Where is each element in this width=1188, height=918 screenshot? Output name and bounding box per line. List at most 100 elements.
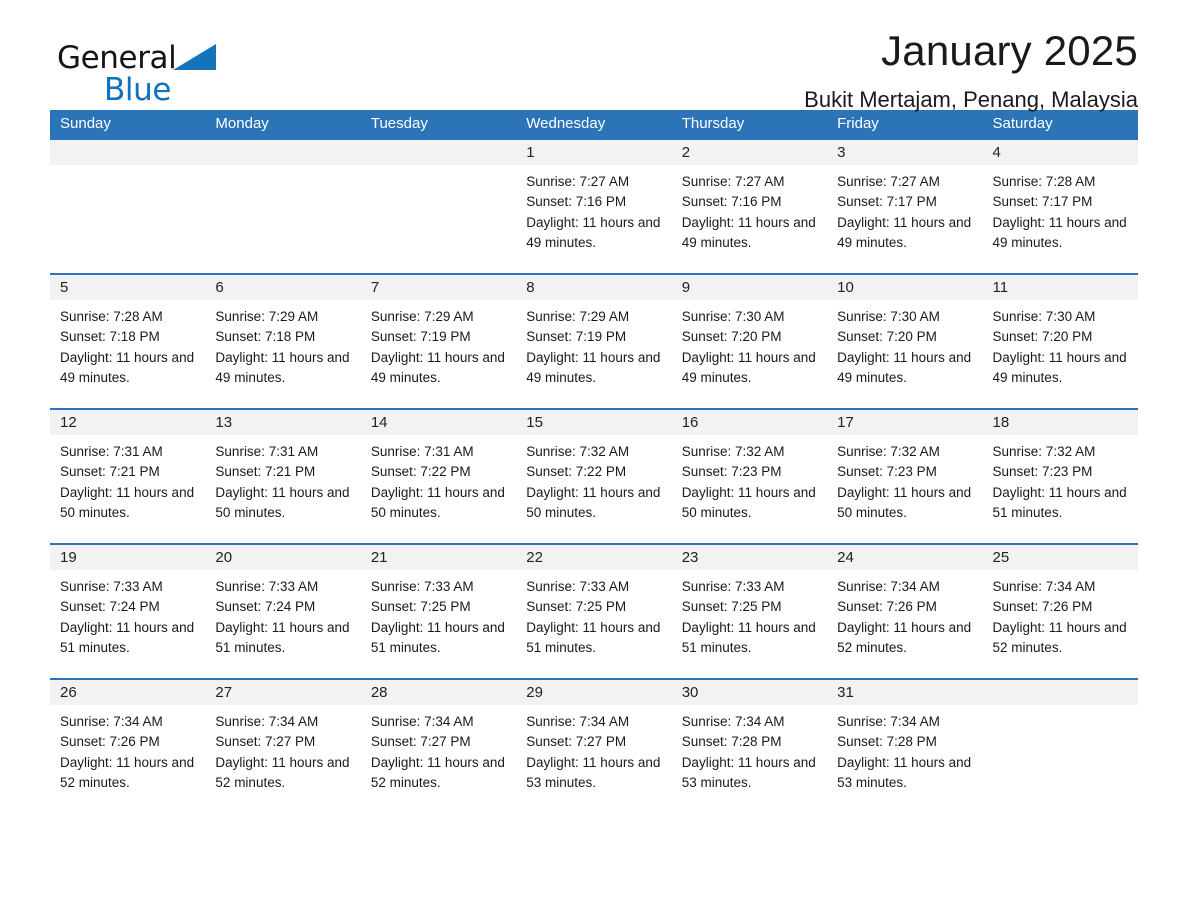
day-cell[interactable]: 1 Sunrise: 7:27 AM Sunset: 7:16 PM Dayli…	[516, 140, 672, 273]
day-info: Sunrise: 7:29 AM Sunset: 7:19 PM Dayligh…	[516, 300, 671, 388]
week-row: 19 Sunrise: 7:33 AM Sunset: 7:24 PM Dayl…	[50, 543, 1138, 678]
daylight-text: Daylight: 11 hours and 49 minutes.	[60, 349, 195, 385]
day-number-band: 16	[671, 410, 828, 435]
sunrise-text: Sunrise: 7:32 AM	[992, 444, 1096, 459]
day-info: Sunrise: 7:31 AM Sunset: 7:22 PM Dayligh…	[361, 435, 516, 523]
day-number: 30	[681, 684, 699, 701]
sunrise-text: Sunrise: 7:34 AM	[60, 714, 163, 729]
sunset-text: Sunset: 7:24 PM	[215, 599, 316, 615]
day-cell[interactable]: 24 Sunrise: 7:34 AM Sunset: 7:26 PM Dayl…	[827, 545, 983, 678]
sunset-text: Sunset: 7:18 PM	[60, 329, 160, 345]
sunset-text: Sunset: 7:25 PM	[370, 599, 471, 615]
sunset-text: Sunset: 7:27 PM	[526, 734, 627, 750]
day-cell[interactable]: 25 Sunrise: 7:34 AM Sunset: 7:26 PM Dayl…	[982, 545, 1138, 678]
day-number: 21	[370, 549, 388, 566]
day-cell[interactable]: 4 Sunrise: 7:28 AM Sunset: 7:17 PM Dayli…	[982, 140, 1138, 273]
day-cell[interactable]: 10 Sunrise: 7:30 AM Sunset: 7:20 PM Dayl…	[827, 275, 983, 408]
sunrise-text: Sunrise: 7:34 AM	[215, 714, 319, 729]
sunrise-text: Sunrise: 7:31 AM	[60, 444, 163, 459]
day-cell[interactable]: 26 Sunrise: 7:34 AM Sunset: 7:26 PM Dayl…	[50, 680, 206, 813]
day-cell[interactable]: 9 Sunrise: 7:30 AM Sunset: 7:20 PM Dayli…	[671, 275, 828, 408]
sunrise-text: Sunrise: 7:34 AM	[681, 714, 785, 729]
sunrise-text: Sunrise: 7:30 AM	[837, 309, 940, 324]
day-cell[interactable]: 3 Sunrise: 7:27 AM Sunset: 7:17 PM Dayli…	[827, 140, 983, 273]
day-cell[interactable]: 20 Sunrise: 7:33 AM Sunset: 7:24 PM Dayl…	[205, 545, 361, 678]
logo-text-blue: Blue	[104, 72, 171, 108]
sunset-text: Sunset: 7:17 PM	[992, 194, 1093, 210]
day-number: 26	[60, 684, 77, 701]
day-info: Sunrise: 7:34 AM Sunset: 7:28 PM Dayligh…	[827, 705, 982, 793]
day-cell[interactable]: 23 Sunrise: 7:33 AM Sunset: 7:25 PM Dayl…	[671, 545, 828, 678]
day-cell[interactable]: 15 Sunrise: 7:32 AM Sunset: 7:22 PM Dayl…	[516, 410, 672, 543]
sunset-text: Sunset: 7:19 PM	[526, 329, 627, 345]
day-number-band: 25	[982, 545, 1138, 570]
sunrise-text: Sunrise: 7:33 AM	[60, 579, 163, 594]
sunrise-text: Sunrise: 7:27 AM	[526, 174, 630, 189]
day-cell[interactable]: 11 Sunrise: 7:30 AM Sunset: 7:20 PM Dayl…	[982, 275, 1138, 408]
sunset-text: Sunset: 7:27 PM	[215, 734, 316, 750]
day-cell[interactable]: 17 Sunrise: 7:32 AM Sunset: 7:23 PM Dayl…	[827, 410, 983, 543]
day-cell[interactable]: 2 Sunrise: 7:27 AM Sunset: 7:16 PM Dayli…	[671, 140, 828, 273]
sunrise-text: Sunrise: 7:32 AM	[526, 444, 630, 459]
day-info: Sunrise: 7:32 AM Sunset: 7:23 PM Dayligh…	[827, 435, 982, 523]
sunset-text: Sunset: 7:19 PM	[370, 329, 471, 345]
day-info: Sunrise: 7:32 AM Sunset: 7:23 PM Dayligh…	[672, 435, 827, 523]
day-number-band: 21	[360, 545, 517, 570]
sunrise-text: Sunrise: 7:28 AM	[992, 174, 1096, 189]
sunrise-text: Sunrise: 7:29 AM	[370, 309, 474, 324]
day-cell[interactable]: 30 Sunrise: 7:34 AM Sunset: 7:28 PM Dayl…	[671, 680, 828, 813]
day-info: Sunrise: 7:27 AM Sunset: 7:16 PM Dayligh…	[672, 165, 827, 253]
weekday-header-thursday: Thursday	[681, 115, 745, 132]
day-cell[interactable]: 5 Sunrise: 7:28 AM Sunset: 7:18 PM Dayli…	[50, 275, 206, 408]
day-number: 10	[837, 279, 854, 296]
sunrise-text: Sunrise: 7:33 AM	[681, 579, 785, 594]
day-info: Sunrise: 7:34 AM Sunset: 7:27 PM Dayligh…	[205, 705, 360, 793]
calendar-grid: Sunday Monday Tuesday Wednesday Thursday…	[50, 110, 1138, 813]
page-subtitle: Bukit Mertajam, Penang, Malaysia	[804, 87, 1138, 112]
day-cell	[360, 140, 517, 273]
day-number-band: 5	[50, 275, 206, 300]
day-cell[interactable]: 14 Sunrise: 7:31 AM Sunset: 7:22 PM Dayl…	[360, 410, 517, 543]
day-cell[interactable]: 27 Sunrise: 7:34 AM Sunset: 7:27 PM Dayl…	[205, 680, 361, 813]
day-cell[interactable]: 28 Sunrise: 7:34 AM Sunset: 7:27 PM Dayl…	[360, 680, 517, 813]
daylight-text: Daylight: 11 hours and 51 minutes.	[681, 619, 816, 655]
sunrise-text: Sunrise: 7:31 AM	[370, 444, 474, 459]
day-cell[interactable]: 12 Sunrise: 7:31 AM Sunset: 7:21 PM Dayl…	[50, 410, 206, 543]
day-cell[interactable]: 18 Sunrise: 7:32 AM Sunset: 7:23 PM Dayl…	[982, 410, 1138, 543]
day-number: 12	[60, 414, 77, 431]
day-cell[interactable]: 31 Sunrise: 7:34 AM Sunset: 7:28 PM Dayl…	[827, 680, 983, 813]
day-cell[interactable]: 6 Sunrise: 7:29 AM Sunset: 7:18 PM Dayli…	[205, 275, 361, 408]
general-blue-logo[interactable]: General Blue	[57, 40, 257, 118]
daylight-text: Daylight: 11 hours and 52 minutes.	[837, 619, 972, 655]
sunset-text: Sunset: 7:23 PM	[992, 464, 1093, 480]
day-number: 3	[837, 144, 846, 161]
day-cell[interactable]: 21 Sunrise: 7:33 AM Sunset: 7:25 PM Dayl…	[360, 545, 517, 678]
day-number-band: 22	[516, 545, 672, 570]
daylight-text: Daylight: 11 hours and 52 minutes.	[215, 754, 350, 790]
day-number: 18	[992, 414, 1010, 431]
day-number-band: 31	[827, 680, 983, 705]
day-info	[205, 165, 360, 172]
day-number-band: 28	[360, 680, 517, 705]
day-cell[interactable]: 22 Sunrise: 7:33 AM Sunset: 7:25 PM Dayl…	[516, 545, 672, 678]
day-number-band: 29	[516, 680, 672, 705]
day-cell[interactable]: 8 Sunrise: 7:29 AM Sunset: 7:19 PM Dayli…	[516, 275, 672, 408]
day-cell[interactable]: 29 Sunrise: 7:34 AM Sunset: 7:27 PM Dayl…	[516, 680, 672, 813]
week-row: 5 Sunrise: 7:28 AM Sunset: 7:18 PM Dayli…	[50, 273, 1138, 408]
sunrise-text: Sunrise: 7:34 AM	[992, 579, 1096, 594]
day-cell[interactable]: 16 Sunrise: 7:32 AM Sunset: 7:23 PM Dayl…	[671, 410, 828, 543]
sunset-text: Sunset: 7:21 PM	[215, 464, 316, 480]
day-number: 6	[215, 279, 224, 296]
day-cell[interactable]: 13 Sunrise: 7:31 AM Sunset: 7:21 PM Dayl…	[205, 410, 361, 543]
day-number: 29	[526, 684, 543, 701]
day-info: Sunrise: 7:33 AM Sunset: 7:24 PM Dayligh…	[205, 570, 360, 658]
sunrise-text: Sunrise: 7:30 AM	[992, 309, 1096, 324]
day-number: 23	[681, 549, 699, 566]
daylight-text: Daylight: 11 hours and 53 minutes.	[526, 754, 661, 790]
sunset-text: Sunset: 7:20 PM	[992, 329, 1093, 345]
day-info: Sunrise: 7:32 AM Sunset: 7:22 PM Dayligh…	[516, 435, 671, 523]
daylight-text: Daylight: 11 hours and 50 minutes.	[837, 484, 972, 520]
day-cell[interactable]: 7 Sunrise: 7:29 AM Sunset: 7:19 PM Dayli…	[360, 275, 517, 408]
day-cell[interactable]: 19 Sunrise: 7:33 AM Sunset: 7:24 PM Dayl…	[50, 545, 206, 678]
day-info: Sunrise: 7:31 AM Sunset: 7:21 PM Dayligh…	[50, 435, 205, 523]
